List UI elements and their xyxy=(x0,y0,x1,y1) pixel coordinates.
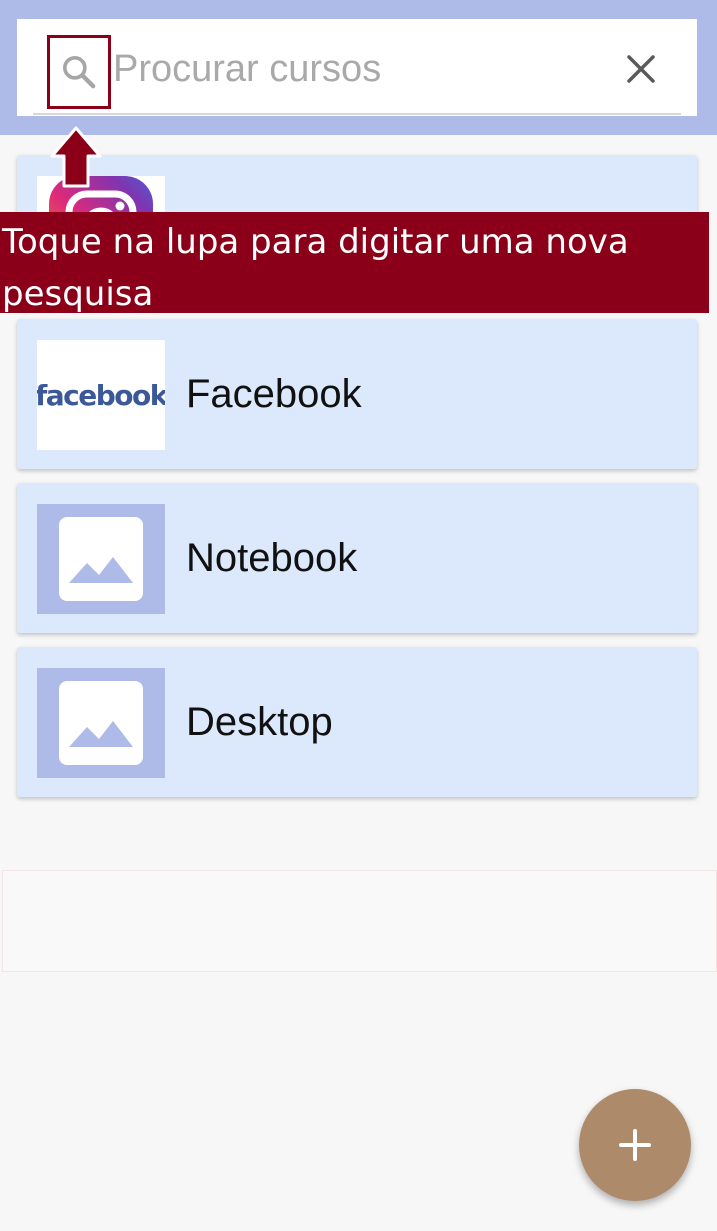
image-placeholder-icon xyxy=(37,504,165,614)
search-underline xyxy=(33,113,681,115)
facebook-logo-text: facebook xyxy=(37,378,165,412)
image-placeholder-icon xyxy=(37,668,165,778)
course-card-notebook[interactable]: Notebook xyxy=(17,483,697,633)
add-course-button[interactable] xyxy=(579,1089,691,1201)
facebook-logo-icon: facebook xyxy=(37,340,165,450)
course-label: Facebook xyxy=(186,371,362,416)
course-label: Notebook xyxy=(186,535,358,580)
clear-search-button[interactable] xyxy=(617,45,665,93)
course-card-facebook[interactable]: facebook Facebook xyxy=(17,319,697,469)
tutorial-tooltip: Toque na lupa para digitar uma nova pesq… xyxy=(0,212,709,314)
course-card-desktop[interactable]: Desktop xyxy=(17,647,697,797)
close-icon xyxy=(627,55,655,83)
search-bar xyxy=(17,19,697,116)
arrow-up-icon xyxy=(50,126,102,188)
search-icon xyxy=(62,55,96,89)
empty-panel xyxy=(2,870,717,972)
app-bar xyxy=(0,0,717,135)
search-button[interactable] xyxy=(47,35,111,109)
search-input[interactable] xyxy=(113,41,573,97)
plus-icon xyxy=(619,1129,651,1161)
course-label: Desktop xyxy=(186,699,333,744)
